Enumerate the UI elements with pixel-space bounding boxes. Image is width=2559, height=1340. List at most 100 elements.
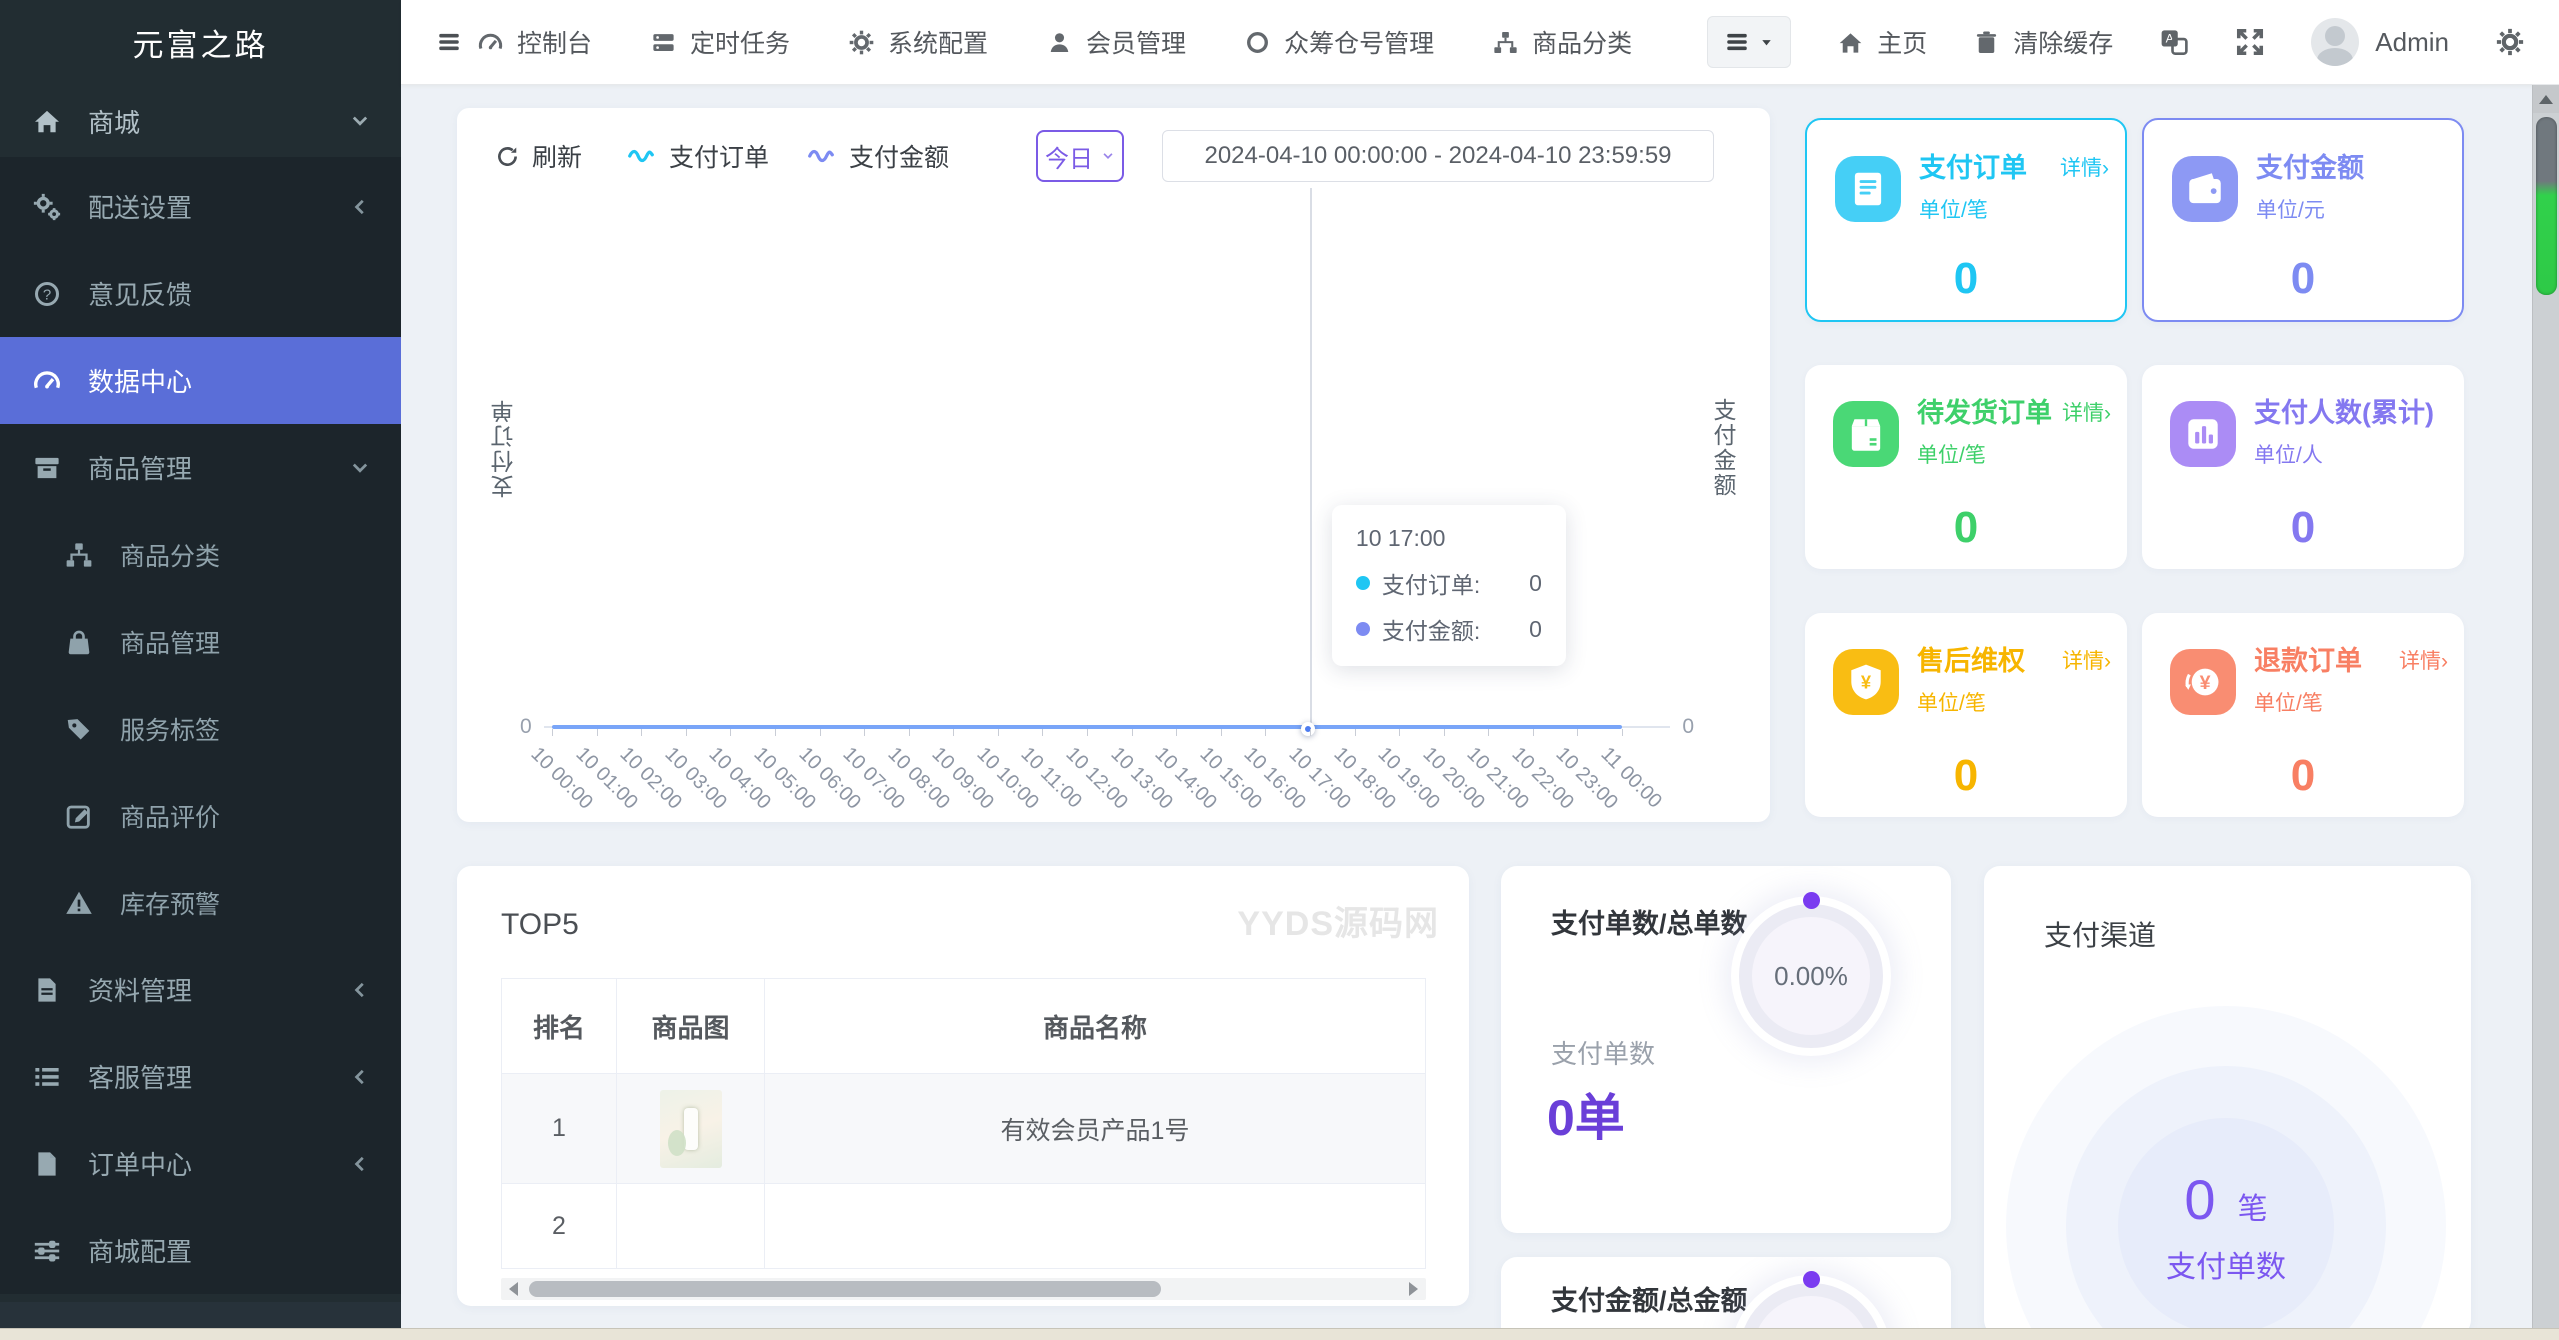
fullscreen-icon[interactable]	[2235, 27, 2265, 57]
refresh-button[interactable]: 刷新	[495, 130, 582, 182]
trash-icon	[1973, 29, 2000, 56]
svg-text:¥: ¥	[2200, 672, 2211, 694]
x-tick	[730, 729, 732, 736]
user-icon	[1046, 29, 1073, 56]
sidebar-item-label: 库存预警	[120, 890, 221, 919]
detail-link[interactable]: 详情›	[2054, 645, 2111, 675]
scroll-right-arrow-icon[interactable]	[1409, 1282, 1418, 1296]
sidebar-item-商品管理[interactable]: 商品管理	[0, 424, 401, 511]
tooltip-series-label: 支付订单:	[1381, 572, 1481, 598]
stat-unit: 单位/笔	[2254, 691, 2323, 715]
app-title: 元富之路	[0, 0, 401, 85]
topbar-nav: 控制台 定时任务 系统配置 会员管理 众筹仓号管理 商品分类	[477, 24, 1632, 60]
sidebar-item-资料管理[interactable]: 资料管理	[0, 946, 401, 1033]
hover-point	[1300, 722, 1315, 736]
archive-icon	[30, 453, 64, 483]
hover-indicator-line	[1309, 188, 1312, 727]
x-tick	[997, 729, 999, 736]
detail-link[interactable]: 详情›	[2054, 397, 2111, 427]
cell-image	[616, 1073, 765, 1184]
nav-label: 控制台	[517, 30, 593, 58]
gauge-marker-dot	[1803, 892, 1820, 909]
home-link[interactable]: 主页	[1837, 24, 1927, 60]
nav-item-商品分类[interactable]: 商品分类	[1492, 24, 1632, 60]
wallet-icon	[2172, 156, 2238, 222]
sidebar-item-商品管理[interactable]: 商品管理	[0, 598, 401, 685]
sidebar-item-商品分类[interactable]: 商品分类	[0, 511, 401, 598]
stat-unit: 单位/笔	[1917, 691, 1986, 715]
legend-pay-orders[interactable]: 支付订单	[625, 130, 769, 182]
sidebar-item-商城配置[interactable]: 商城配置	[0, 1207, 401, 1294]
table-hscrollbar[interactable]	[501, 1278, 1426, 1300]
sidebar-item-配送设置[interactable]: 配送设置	[0, 163, 401, 250]
tooltip-row: 支付订单: 0	[1355, 566, 1542, 600]
nav-menu-dropdown-button[interactable]	[1707, 16, 1792, 68]
stat-value: 0	[2290, 503, 2316, 552]
vertical-scrollbar[interactable]	[2532, 85, 2559, 1328]
stat-value: 0	[2290, 751, 2316, 800]
clear-cache-link[interactable]: 清除缓存	[1973, 24, 2113, 60]
nav-item-会员管理[interactable]: 会员管理	[1046, 24, 1186, 60]
stat-card-退款订单: ¥ 退款订单 详情› 单位/笔 0	[2142, 613, 2464, 817]
stat-card-支付人数(累计): 支付人数(累计) 单位/人 0	[2142, 365, 2464, 569]
channel-unit: 笔	[2237, 1192, 2268, 1226]
pay-channel-panel: 支付渠道 0 笔 支付单数	[1984, 866, 2471, 1328]
detail-link[interactable]: 详情›	[2052, 152, 2109, 182]
channel-label: 支付单数	[2166, 1250, 2286, 1284]
series-dot-icon	[1355, 622, 1370, 636]
nav-item-众筹仓号管理[interactable]: 众筹仓号管理	[1244, 24, 1434, 60]
gauge-title: 支付单数/总单数	[1551, 909, 1748, 939]
stat-unit: 单位/笔	[1917, 443, 1986, 467]
vscroll-thumb[interactable]	[2536, 117, 2557, 295]
avatar	[2311, 18, 2360, 66]
tooltip-title: 10 17:00	[1355, 525, 1446, 551]
series-dot-icon	[1355, 576, 1370, 590]
sidebar: 元富之路 商城 配送设置? 意见反馈 数据中心 商品管理 商品分类 商品管理 服务标签 商品评价…	[0, 0, 401, 1340]
sidebar-item-label: 商品管理	[88, 454, 193, 484]
period-select[interactable]: 今日	[1036, 130, 1124, 182]
main-content: 刷新 支付订单 支付金额 今日 2024-04-10 00:00:00 - 20…	[401, 85, 2532, 1328]
translate-icon[interactable]: A	[2159, 27, 2189, 57]
sidebar-toggle-icon[interactable]	[435, 29, 463, 55]
circle-icon	[1244, 29, 1271, 56]
date-range-picker[interactable]: 2024-04-10 00:00:00 - 2024-04-10 23:59:5…	[1162, 130, 1714, 182]
cell-name	[764, 1183, 1426, 1269]
hscroll-thumb[interactable]	[529, 1281, 1161, 1297]
x-tick	[953, 729, 955, 736]
x-tick	[596, 729, 598, 736]
sidebar-item-服务标签[interactable]: 服务标签	[0, 685, 401, 772]
line-chart-plot[interactable]: 0 0 10 17:00 支付订单: 0 支付金额: 0 10 00:00 10 01:…	[520, 188, 1694, 814]
scroll-left-arrow-icon[interactable]	[509, 1282, 518, 1296]
home-icon	[1837, 29, 1864, 56]
user-menu[interactable]: Admin	[2311, 18, 2449, 66]
refresh-icon	[495, 144, 520, 169]
x-tick	[774, 729, 776, 736]
nav-item-控制台[interactable]: 控制台	[477, 24, 592, 60]
horizontal-scrollbar[interactable]	[0, 1328, 2559, 1340]
sidebar-item-意见反馈[interactable]: ? 意见反馈	[0, 250, 401, 337]
detail-link[interactable]: 详情›	[2391, 645, 2448, 675]
refund-icon: ¥	[2170, 649, 2236, 715]
sidebar-item-数据中心[interactable]: 数据中心	[0, 337, 401, 424]
sidebar-item-商品评价[interactable]: 商品评价	[0, 772, 401, 859]
x-tick	[1443, 729, 1445, 736]
gauge-title: 支付金额/总金额	[1551, 1286, 1748, 1316]
sidebar-item-库存预警[interactable]: 库存预警	[0, 859, 401, 946]
gears-icon	[30, 192, 64, 222]
box-icon	[1833, 401, 1899, 467]
sidebar-item-客服管理[interactable]: 客服管理	[0, 1033, 401, 1120]
chevron-left-icon	[349, 196, 371, 218]
sidebar-item-订单中心[interactable]: 订单中心	[0, 1120, 401, 1207]
nav-label: 众筹仓号管理	[1284, 30, 1435, 58]
sidebar-item-商城[interactable]: 商城	[0, 85, 401, 157]
legend-pay-amount[interactable]: 支付金额	[805, 130, 949, 182]
stat-card-待发货订单: 待发货订单 详情› 单位/笔 0	[1805, 365, 2127, 569]
scroll-up-arrow-icon[interactable]	[2533, 85, 2559, 113]
nav-item-系统配置[interactable]: 系统配置	[848, 24, 988, 60]
settings-gears-icon[interactable]	[2495, 27, 2525, 57]
stat-title: 支付人数(累计)	[2254, 398, 2434, 428]
x-tick	[1354, 729, 1356, 736]
top5-title: TOP5	[501, 908, 579, 941]
sidebar-item-label: 数据中心	[88, 367, 193, 397]
nav-item-定时任务[interactable]: 定时任务	[650, 24, 790, 60]
